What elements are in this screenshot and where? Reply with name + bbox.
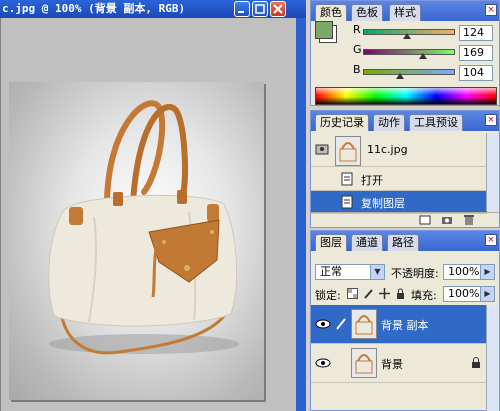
history-step-label: 复制图层 [361,197,405,210]
slider-thumb-icon[interactable] [402,33,411,39]
chevron-right-icon: ▶ [480,265,494,279]
color-panel-tabbar: 颜色 色板 样式 × [311,1,499,21]
lock-pixels-brush-icon[interactable] [363,288,374,299]
history-scrollbar[interactable] [486,133,499,211]
visibility-eye-icon[interactable] [315,317,331,331]
document-window: c.jpg @ 100% (背景 副本, RGB) [0,0,306,411]
tab-styles[interactable]: 样式 [389,4,421,21]
channel-label-b: B [353,63,361,76]
new-document-from-state-icon[interactable] [419,215,431,225]
tab-swatches[interactable]: 色板 [351,4,383,21]
blend-mode-select[interactable]: 正常 ▼ [315,264,385,280]
history-panel-close-icon[interactable]: × [485,114,497,126]
layer-row-background-copy[interactable]: 背景 副本 [311,305,487,344]
layers-panel: 图层 通道 路径 × 正常 ▼ 不透明度: 100% ▶ 锁定: 填充: 100… [310,230,500,411]
channel-value-g[interactable]: 169 [459,45,493,61]
slider-thumb-icon[interactable] [418,53,427,59]
color-panel-close-icon[interactable]: × [485,4,497,16]
history-footer [311,212,499,227]
close-icon [273,4,283,14]
layer-name: 背景 副本 [381,319,429,332]
layer-thumbnail [351,309,377,339]
foreground-color-swatch[interactable] [315,21,333,39]
document-title: c.jpg @ 100% (背景 副本, RGB) [2,2,186,15]
channel-value-r[interactable]: 124 [459,25,493,41]
opacity-label: 不透明度: [391,267,439,280]
layers-panel-tabbar: 图层 通道 路径 × [311,231,499,251]
layer-thumbnail [351,348,377,378]
chevron-right-icon: ▶ [480,287,494,301]
tab-layers[interactable]: 图层 [315,234,347,251]
lock-all-icon[interactable] [395,288,406,299]
visibility-eye-icon[interactable] [315,356,331,370]
minimize-button[interactable] [234,1,250,17]
close-button[interactable] [270,1,286,17]
channel-value-b[interactable]: 104 [459,65,493,81]
layers-panel-close-icon[interactable]: × [485,234,497,246]
tab-channels[interactable]: 通道 [351,234,383,251]
tab-actions[interactable]: 动作 [373,114,405,131]
fill-label: 填充: [411,289,437,302]
channel-slider-b[interactable] [363,69,455,75]
snapshot-label: 11c.jpg [367,143,408,156]
opacity-value: 100% [448,265,480,278]
handbag-thumbnail-icon [352,349,376,377]
canvas-area[interactable] [0,18,296,411]
handbag-thumbnail-icon [352,310,376,338]
layer-row-background[interactable]: 背景 [311,344,487,383]
document-title-bar[interactable]: c.jpg @ 100% (背景 副本, RGB) [0,0,306,18]
handbag-image [48,100,239,355]
lock-transparency-icon[interactable] [347,288,358,299]
history-panel: 历史记录 动作 工具预设 × 11c.jpg 打开 复制图层 [310,110,500,228]
opacity-field[interactable]: 100% ▶ [443,264,495,280]
history-state-icon [341,195,353,209]
history-step-label: 打开 [361,174,383,187]
slider-thumb-icon[interactable] [395,73,404,79]
layers-scrollbar[interactable] [486,305,499,411]
handbag-thumbnail-icon [336,137,360,165]
lock-position-move-icon[interactable] [379,288,390,299]
tab-color[interactable]: 颜色 [315,4,347,21]
channel-label-g: G [353,43,362,56]
chevron-down-icon: ▼ [370,265,384,279]
fill-value: 100% [448,287,480,300]
layer-lock-icon [472,357,480,368]
history-step-duplicate-layer[interactable]: 复制图层 [311,191,487,214]
trash-icon[interactable] [463,214,475,226]
history-step-open[interactable]: 打开 [311,168,487,191]
camera-snapshot-icon[interactable] [441,215,453,225]
brush-source-icon [315,144,329,155]
minimize-icon [238,11,244,13]
maximize-icon [255,4,265,14]
blend-mode-value: 正常 [320,265,342,278]
channel-label-r: R [353,23,361,36]
tab-history[interactable]: 历史记录 [315,114,369,131]
history-state-icon [341,172,353,186]
paintbrush-icon [336,318,346,330]
snapshot-thumbnail [335,136,361,166]
image-canvas[interactable] [9,82,264,400]
channel-slider-g[interactable] [363,49,455,55]
history-panel-tabbar: 历史记录 动作 工具预设 × [311,111,499,131]
color-panel: 颜色 色板 样式 × R 124 G 169 B 104 [310,0,500,106]
document-vertical-scrollbar[interactable] [296,18,306,411]
tab-tool-presets[interactable]: 工具预设 [409,114,463,131]
lock-label: 锁定: [315,289,341,302]
history-snapshot-row[interactable]: 11c.jpg [311,133,487,167]
maximize-button[interactable] [252,1,268,17]
color-spectrum-bar[interactable] [315,87,497,105]
layer-name: 背景 [381,358,403,371]
fill-field[interactable]: 100% ▶ [443,286,495,302]
tab-paths[interactable]: 路径 [387,234,419,251]
